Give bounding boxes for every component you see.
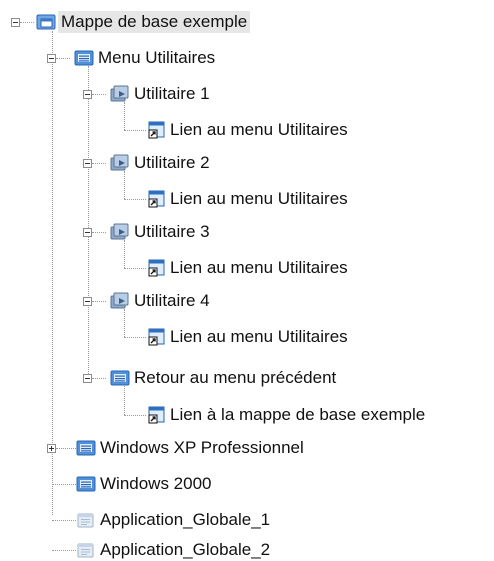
tree-node-application-globale-1[interactable]: Application_Globale_1 [76, 509, 270, 531]
tree-connector [92, 94, 106, 95]
tree-node-label: Utilitaire 2 [134, 153, 210, 172]
tree-node-label: Application_Globale_1 [100, 510, 271, 529]
tree-node-lien-a-la-mappe[interactable]: Lien à la mappe de base exemple [146, 404, 425, 426]
tree-connector [124, 171, 125, 199]
tree-node-windows-xp-professionnel[interactable]: Windows XP Professionnel [76, 437, 304, 459]
tree-node-label: Retour au menu précédent [134, 368, 337, 387]
tree-node-lien-au-menu-utilitaires[interactable]: Lien au menu Utilitaires [146, 119, 348, 141]
tree-connector [124, 415, 146, 416]
tree-connector [124, 199, 146, 200]
collapse-toggle[interactable] [47, 54, 56, 63]
tree-node-label: Lien au menu Utilitaires [170, 258, 348, 277]
collapse-toggle[interactable] [83, 90, 92, 99]
tree-node-utilitaire-3[interactable]: Utilitaire 3 [110, 221, 210, 243]
tree-connector [52, 31, 53, 515]
tree-node-menu-utilitaires[interactable]: Menu Utilitaires [74, 47, 215, 69]
tree-node-label: Lien au menu Utilitaires [170, 327, 348, 346]
collapse-toggle[interactable] [83, 374, 92, 383]
tree-connector [56, 58, 70, 59]
tree-node-label: Menu Utilitaires [98, 48, 216, 67]
tree-node-lien-au-menu-utilitaires[interactable]: Lien au menu Utilitaires [146, 257, 348, 279]
tree-connector [124, 130, 146, 131]
tree-connector [124, 309, 125, 337]
tree-connector [88, 66, 89, 382]
tree-node-label: Lien au menu Utilitaires [170, 189, 348, 208]
tree-node-application-globale-2[interactable]: Application_Globale_2 [76, 539, 270, 561]
tree-node-utilitaire-2[interactable]: Utilitaire 2 [110, 152, 210, 174]
utility-icon [110, 223, 129, 240]
tree-connector [56, 448, 76, 449]
tree-node-label: Utilitaire 4 [134, 291, 210, 310]
tree-connector [124, 268, 146, 269]
tree-connector [52, 550, 76, 551]
shortcut-icon [148, 190, 165, 208]
tree-connector [124, 386, 125, 415]
tree-connector [20, 22, 34, 23]
application-icon [77, 543, 94, 558]
utility-icon [110, 292, 129, 309]
tree-connector [92, 378, 106, 379]
menu-icon [76, 476, 96, 492]
shortcut-icon [148, 328, 165, 346]
collapse-toggle[interactable] [83, 228, 92, 237]
tree-connector [124, 337, 146, 338]
tree-node-utilitaire-4[interactable]: Utilitaire 4 [110, 290, 210, 312]
tree-node-windows-2000[interactable]: Windows 2000 [76, 473, 212, 495]
tree-connector [124, 240, 125, 268]
tree-connector [92, 232, 106, 233]
tree-node-label: Utilitaire 3 [134, 222, 210, 241]
tree-node-mappe-de-base-exemple[interactable]: Mappe de base exemple [36, 11, 251, 33]
tree-node-label: Lien à la mappe de base exemple [170, 405, 426, 424]
map-icon [36, 14, 56, 30]
tree-node-label: Utilitaire 1 [134, 84, 210, 103]
application-icon [77, 513, 94, 528]
tree-node-utilitaire-1[interactable]: Utilitaire 1 [110, 83, 210, 105]
expand-toggle[interactable] [47, 444, 56, 453]
tree-connector [124, 102, 125, 130]
tree-node-label: Lien au menu Utilitaires [170, 120, 348, 139]
shortcut-icon [148, 259, 165, 277]
tree-connector [92, 163, 106, 164]
menu-icon [76, 440, 96, 456]
tree-connector [92, 301, 106, 302]
tree-node-lien-au-menu-utilitaires[interactable]: Lien au menu Utilitaires [146, 188, 348, 210]
shortcut-icon [148, 121, 165, 139]
tree-view: Mappe de base exemple Menu Utilitaires U… [0, 0, 494, 560]
collapse-toggle[interactable] [11, 18, 20, 27]
tree-connector [52, 484, 76, 485]
menu-icon [110, 370, 130, 386]
tree-node-retour-au-menu-precedent[interactable]: Retour au menu précédent [110, 367, 336, 389]
menu-icon [74, 50, 94, 66]
tree-connector [52, 520, 76, 521]
shortcut-icon [148, 406, 165, 424]
utility-icon [110, 154, 129, 171]
tree-node-lien-au-menu-utilitaires[interactable]: Lien au menu Utilitaires [146, 326, 348, 348]
tree-node-label: Application_Globale_2 [100, 540, 271, 559]
utility-icon [110, 85, 129, 102]
collapse-toggle[interactable] [83, 159, 92, 168]
tree-node-label: Mappe de base exemple [58, 11, 251, 33]
tree-node-label: Windows XP Professionnel [100, 438, 304, 457]
tree-node-label: Windows 2000 [100, 474, 212, 493]
collapse-toggle[interactable] [83, 297, 92, 306]
